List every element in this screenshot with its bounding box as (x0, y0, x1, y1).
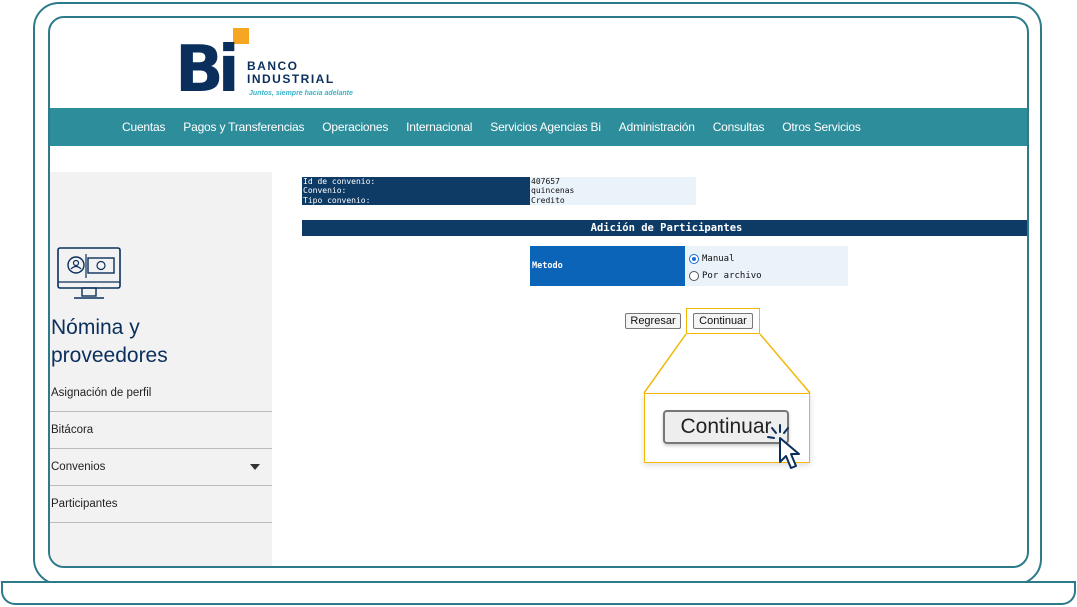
sidebar-item-asignacion-perfil[interactable]: Asignación de perfil (50, 375, 272, 412)
sidebar-item-label: Asignación de perfil (51, 387, 152, 399)
radio-manual-label: Manual (702, 253, 735, 264)
sidebar-title-line2: proveedores (51, 344, 168, 367)
sidebar-item-bitacora[interactable]: Bitácora (50, 412, 272, 449)
table-row: Tipo convenio: Credito (302, 195, 696, 205)
sidebar-item-convenios[interactable]: Convenios (50, 449, 272, 486)
sidebar-item-participantes[interactable]: Participantes (50, 486, 272, 523)
nav-item-consultas[interactable]: Consultas (713, 120, 765, 134)
section-title: Adición de Participantes (302, 220, 1027, 236)
chevron-down-icon[interactable] (250, 464, 260, 470)
method-options: Manual Por archivo (685, 246, 848, 286)
payroll-monitor-icon (57, 247, 121, 299)
agreement-id-label: Id de convenio: (302, 177, 530, 187)
agreement-id-value: 407657 (530, 177, 696, 187)
agreement-info-table: Id de convenio: 407657 Convenio: quincen… (302, 177, 696, 205)
sidebar-item-label: Convenios (51, 461, 106, 473)
nav-item-otros-servicios[interactable]: Otros Servicios (782, 120, 861, 134)
sidebar-item-label: Participantes (51, 498, 118, 510)
method-label: Metodo (530, 246, 685, 286)
agreement-type-value: Credito (530, 195, 696, 205)
main-nav: Cuentas Pagos y Transferencias Operacion… (50, 108, 1027, 146)
continue-highlight-frame (686, 308, 760, 334)
hand-pointer-click-icon (767, 424, 800, 469)
browser-screen: Bi BANCO INDUSTRIAL Juntos, siempre haci… (48, 16, 1029, 568)
table-row: Id de convenio: 407657 (302, 177, 696, 187)
agreement-name-value: quincenas (530, 186, 696, 196)
agreement-name-label: Convenio: (302, 186, 530, 196)
bank-name: BANCO INDUSTRIAL (247, 60, 335, 86)
sidebar: Nómina y proveedores Asignación de perfi… (50, 172, 272, 566)
bank-name-line2: INDUSTRIAL (247, 72, 335, 86)
agreement-type-label: Tipo convenio: (302, 195, 530, 205)
sidebar-title: Nómina y proveedores (51, 314, 168, 370)
nav-item-servicios-agencias[interactable]: Servicios Agencias Bi (490, 120, 601, 134)
nav-item-operaciones[interactable]: Operaciones (322, 120, 388, 134)
sidebar-title-line1: Nómina y (51, 316, 140, 339)
radio-manual[interactable]: Manual (689, 250, 848, 267)
bank-tagline: Juntos, siempre hacia adelante (249, 90, 353, 97)
radio-por-archivo-button[interactable] (689, 270, 699, 281)
method-selector: Metodo Manual Por archivo (530, 246, 848, 286)
back-button[interactable]: Regresar (625, 313, 681, 329)
radio-por-archivo[interactable]: Por archivo (689, 267, 848, 284)
logo-mark: Bi (175, 33, 240, 107)
nav-item-administracion[interactable]: Administración (619, 120, 695, 134)
table-row: Convenio: quincenas (302, 186, 696, 196)
nav-item-internacional[interactable]: Internacional (406, 120, 472, 134)
bank-logo[interactable]: Bi BANCO INDUSTRIAL Juntos, siempre haci… (175, 24, 395, 104)
radio-manual-button[interactable] (689, 253, 699, 264)
radio-por-archivo-label: Por archivo (702, 270, 762, 281)
laptop-base (1, 583, 1076, 605)
logo-square-orange (233, 28, 249, 44)
sidebar-item-label: Bitácora (51, 424, 94, 436)
nav-item-cuentas[interactable]: Cuentas (122, 120, 165, 134)
nav-item-pagos[interactable]: Pagos y Transferencias (183, 120, 304, 134)
